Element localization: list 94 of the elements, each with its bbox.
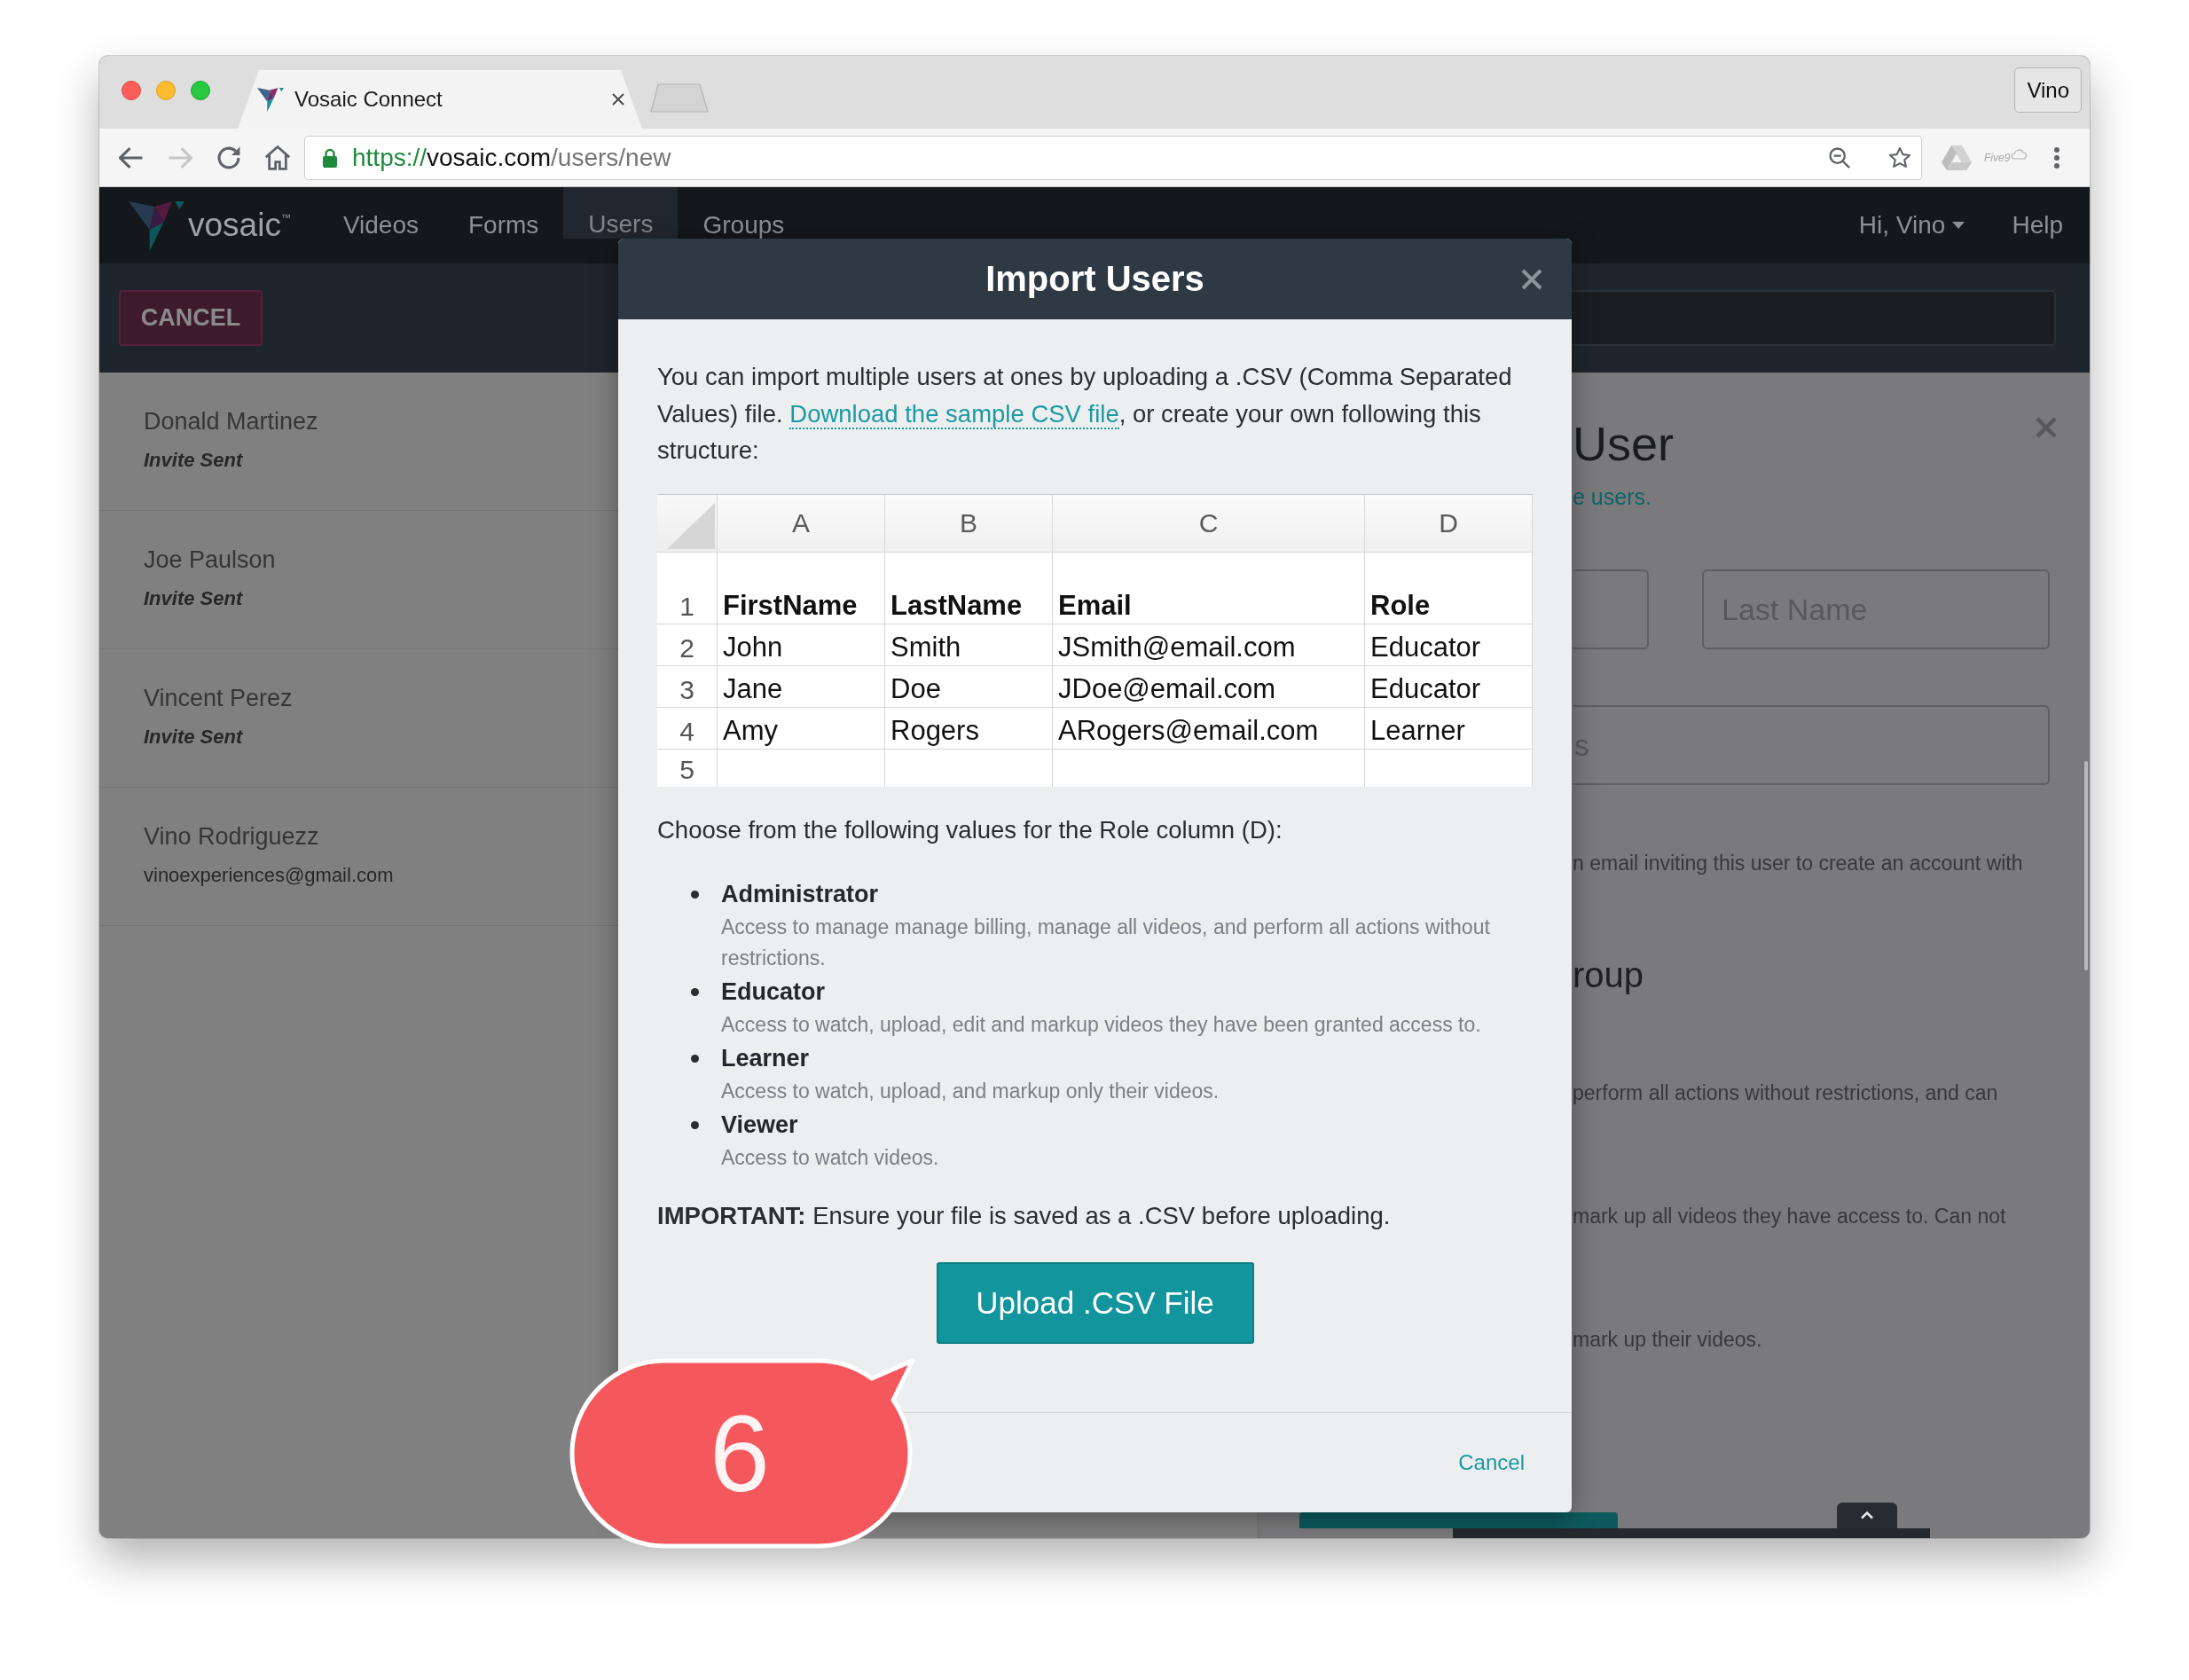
reload-icon[interactable] <box>216 145 241 170</box>
back-arrow-icon[interactable] <box>119 145 144 170</box>
table-cell: Doe <box>885 665 1053 708</box>
role-description: Access to watch videos. <box>721 1144 939 1171</box>
lock-icon <box>321 147 339 168</box>
intro-text: You can import multiple users at ones by uploading a .CSV (Comma Separated Values) file. Download the sample CSV file, or create your own following this structure: <box>657 362 1513 466</box>
user-email: vinoexperiences@gmail.com <box>144 864 394 887</box>
table-cell: Educator <box>1365 624 1533 666</box>
callout-number: 6 <box>710 1393 770 1514</box>
table-cell: Smith <box>885 624 1053 666</box>
browser-tab[interactable]: Vosaic Connect <box>238 70 642 129</box>
table-cell: Amy <box>718 707 885 750</box>
home-icon[interactable] <box>265 145 290 170</box>
menu-icon[interactable] <box>2053 145 2061 169</box>
minimize-window-icon[interactable] <box>156 81 176 100</box>
nav-tab[interactable]: Videos <box>318 212 443 239</box>
close-icon[interactable] <box>1520 267 1543 291</box>
help-text: mark up their videos. <box>1573 1327 1762 1353</box>
table-cell: JSmith@email.com <box>1053 624 1365 666</box>
cloud-icon <box>2011 148 2028 160</box>
user-name[interactable]: Vino Rodriguezz <box>144 820 319 853</box>
star-icon[interactable] <box>1887 145 1912 170</box>
column-header: D <box>1365 494 1533 553</box>
table-cell: Educator <box>1365 665 1533 708</box>
role-name: Educator <box>721 977 826 1007</box>
input-field[interactable] <box>1572 290 2056 346</box>
table-cell: Jane <box>718 665 885 708</box>
profile-button[interactable]: Vino <box>2014 67 2082 113</box>
invite-status: Invite Sent <box>144 726 243 749</box>
logo-link[interactable]: vosaic$^{™}$ <box>129 200 291 251</box>
user-menu[interactable]: Hi, Vino <box>1858 212 1965 239</box>
table-cell: ARogers@email.com <box>1053 707 1365 750</box>
help-link[interactable]: Help <box>2012 212 2063 239</box>
role-description: Access to watch, upload, and markup only their videos. <box>721 1078 1220 1104</box>
scrollbar-thumb[interactable] <box>2084 761 2088 970</box>
table-cell: JDoe@email.com <box>1053 665 1365 708</box>
important-note: IMPORTANT: Ensure your file is saved as a .CSV before uploading. <box>657 1200 1392 1231</box>
role-description: Access to watch, upload, edit and markup videos they have been granted access to. <box>721 1011 1481 1038</box>
table-cell: Role <box>1365 552 1533 624</box>
cancel-link[interactable]: Cancel <box>1458 1449 1525 1475</box>
bullet-icon <box>691 987 699 996</box>
extension-button[interactable]: Five9 <box>1984 151 2028 164</box>
column-header: C <box>1053 494 1365 553</box>
user-name[interactable]: Vincent Perez <box>144 681 293 715</box>
invite-status: Invite Sent <box>144 449 243 472</box>
row-number: 4 <box>657 707 718 750</box>
scroll-top-tab[interactable] <box>1837 1503 1897 1528</box>
role-description: Access to manage manage billing, manage all videos, and perform all actions without restrictions. <box>721 914 1491 971</box>
chevron-up-icon <box>1860 1511 1874 1519</box>
role-name: Viewer <box>721 1110 798 1140</box>
logo-icon <box>257 87 284 112</box>
invite-status: Invite Sent <box>144 587 243 610</box>
role-name: Administrator <box>721 879 879 909</box>
zoom-out-icon[interactable] <box>1827 145 1852 170</box>
form-title: User <box>1573 416 1674 472</box>
bullet-icon <box>691 890 699 899</box>
dialog-title: Import Users <box>985 259 1204 299</box>
row-number: 2 <box>657 624 718 666</box>
table-cell: John <box>718 624 885 666</box>
upload-button[interactable]: Upload .CSV File <box>936 1261 1254 1344</box>
role-name: Learner <box>721 1043 810 1073</box>
row-number: 1 <box>657 552 718 624</box>
nav-tab[interactable]: Users <box>563 187 679 239</box>
table-cell: Email <box>1053 552 1365 624</box>
roles-intro: Choose from the following values for the Role column (D): <box>657 814 1283 845</box>
cancel-button[interactable]: CANCEL <box>119 290 263 346</box>
address-bar[interactable]: https://vosaic.com/users/new <box>304 135 1922 180</box>
table-cell: LastName <box>885 552 1053 624</box>
help-text: perform all actions without restrictions, and can <box>1573 1080 1998 1106</box>
row-number: 5 <box>657 749 718 787</box>
table-cell: Learner <box>1365 707 1533 750</box>
caret-down-icon <box>1952 222 1965 229</box>
row-number: 3 <box>657 665 718 708</box>
bullet-icon <box>691 1054 699 1063</box>
column-header: A <box>718 494 885 553</box>
help-text: n email inviting this user to create an account with <box>1573 851 2023 876</box>
corner-triangle-icon <box>667 502 715 549</box>
maximize-window-icon[interactable] <box>191 81 210 100</box>
table-cell: FirstName <box>718 552 885 624</box>
nav-tab[interactable]: Groups <box>678 212 810 239</box>
triangle-logo-icon[interactable] <box>1942 144 1972 171</box>
download-link[interactable]: Download the sample CSV file <box>789 399 1119 429</box>
user-name[interactable]: Joe Paulson <box>144 543 276 577</box>
url-text[interactable]: https://vosaic.com/users/new <box>352 143 671 172</box>
close-icon[interactable] <box>611 92 625 106</box>
help-text: mark up all videos they have access to. Can not <box>1573 1204 2006 1229</box>
logo-icon <box>129 200 184 251</box>
close-window-icon[interactable] <box>122 81 141 100</box>
user-name[interactable]: Donald Martinez <box>144 404 318 438</box>
nav-tab[interactable]: Forms <box>443 212 564 239</box>
table-cell: Rogers <box>885 707 1053 750</box>
bullet-icon <box>691 1120 699 1129</box>
section-heading: roup <box>1573 954 1644 996</box>
column-header: B <box>885 494 1053 553</box>
